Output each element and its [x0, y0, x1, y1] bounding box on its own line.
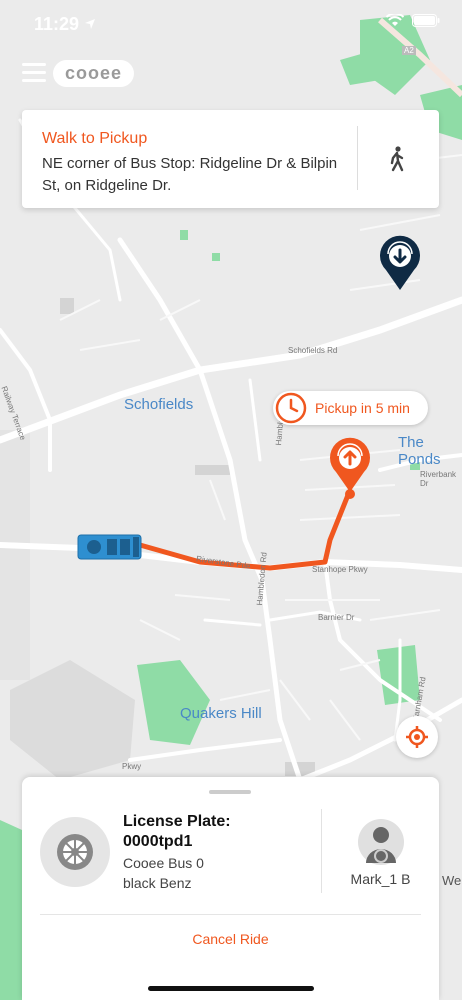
location-arrow-icon [85, 19, 95, 29]
street-label-stanhope-pkwy: Stanhope Pkwy [312, 565, 368, 574]
status-bar: 11:29 [0, 0, 462, 50]
street-label-schofields-rd: Schofields Rd [288, 346, 338, 355]
street-label-pkwy: Pkwy [122, 762, 142, 771]
hamburger-line [22, 79, 46, 82]
walk-to-pickup-card[interactable]: Walk to Pickup NE corner of Bus Stop: Ri… [22, 110, 439, 208]
street-label-we: We [442, 873, 462, 888]
home-indicator[interactable] [148, 986, 314, 991]
vehicle-avatar [40, 817, 110, 887]
vehicle-name: Cooee Bus 0 [123, 855, 204, 871]
crosshair-icon [406, 726, 428, 748]
pickup-marker-icon[interactable] [322, 432, 382, 500]
license-plate-number: 0000tpd1 [123, 833, 193, 850]
divider [40, 914, 421, 915]
license-plate-label: License Plate: [123, 813, 231, 830]
walking-person-icon[interactable] [387, 146, 407, 172]
hamburger-line [22, 63, 46, 66]
wifi-icon [386, 14, 404, 26]
pickup-eta-text: Pickup in 5 min [315, 400, 410, 416]
clock-icon [275, 392, 307, 424]
bus-vehicle-icon [77, 534, 142, 560]
walk-card-description: NE corner of Bus Stop: Ridgeline Dr & Bi… [42, 155, 338, 194]
suburb-label-schofields: Schofields [124, 396, 194, 413]
vehicle-model: black Benz [123, 875, 192, 891]
dropoff-marker-icon[interactable] [374, 232, 430, 292]
street-label-barnier-dr: Barnier Dr [318, 613, 355, 622]
drag-handle[interactable] [209, 790, 251, 794]
ride-details-panel: License Plate: 0000tpd1 Cooee Bus 0 blac… [22, 777, 439, 1000]
pickup-eta-bubble: Pickup in 5 min [273, 391, 428, 425]
driver-name: Mark_1 B [350, 871, 411, 887]
status-time: 11:29 [34, 14, 80, 34]
cancel-ride-button[interactable]: Cancel Ride [22, 931, 439, 947]
divider [357, 126, 358, 190]
recenter-location-button[interactable] [396, 716, 438, 758]
driver-avatar[interactable] [358, 819, 404, 865]
suburb-label-the-ponds: The Ponds [398, 434, 441, 468]
hamburger-line [22, 71, 46, 74]
suburb-label-quakers-hill: Quakers Hill [180, 705, 262, 722]
wheel-icon [57, 834, 93, 870]
driver-person-icon [366, 827, 396, 863]
walk-card-title: Walk to Pickup [42, 130, 148, 147]
street-label-riverbank-dr: Riverbank Dr [420, 470, 457, 488]
battery-icon [412, 14, 440, 27]
menu-button[interactable] [22, 63, 46, 83]
app-logo: cooee [53, 60, 135, 87]
